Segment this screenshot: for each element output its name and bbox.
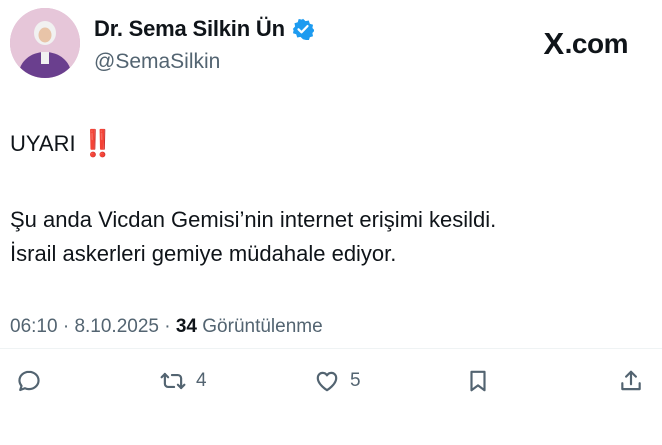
reply-icon <box>18 370 40 392</box>
x-logo-suffix: .com <box>564 28 629 59</box>
avatar[interactable] <box>10 8 80 78</box>
meta-separator: · <box>164 316 171 337</box>
author-display-name[interactable]: Dr. Sema Silkin Ün <box>94 16 285 42</box>
reply-button[interactable] <box>16 368 42 394</box>
view-count: 34 <box>175 316 197 337</box>
x-logo-icon: X <box>543 26 564 61</box>
tweet-text-line-2: İsrail askerleri gemiye müdahale ediyor. <box>10 241 397 266</box>
tweet-meta: 06:10 · 8.10.2025 · 34 Görüntülenme <box>10 316 323 338</box>
bookmark-button[interactable] <box>465 368 491 394</box>
x-logo: X .com <box>543 26 628 62</box>
share-icon <box>621 370 641 391</box>
like-button[interactable]: 5 <box>314 368 361 394</box>
bookmark-icon <box>470 370 486 392</box>
view-count-label: Görüntülenme <box>202 316 323 337</box>
divider <box>0 348 662 349</box>
author-name-row[interactable]: Dr. Sema Silkin Ün <box>94 16 315 42</box>
share-button[interactable] <box>618 368 644 394</box>
tweet-text: Şu anda Vicdan Gemisi’nin internet erişi… <box>10 203 650 271</box>
author-handle[interactable]: @SemaSilkin <box>94 50 220 74</box>
verified-badge-icon <box>292 18 315 41</box>
tweet-time[interactable]: 06:10 <box>10 316 58 337</box>
tweet-text-line-1: Şu anda Vicdan Gemisi’nin internet erişi… <box>10 207 497 232</box>
tweet-warning: UYARI ‼️ <box>10 128 114 159</box>
meta-separator: · <box>62 316 70 337</box>
warning-text: UYARI <box>10 130 76 156</box>
like-count: 5 <box>350 370 361 391</box>
heart-icon <box>316 371 338 392</box>
tweet-date[interactable]: 8.10.2025 <box>74 316 159 337</box>
retweet-button[interactable]: 4 <box>160 368 207 394</box>
double-exclamation-icon: ‼️ <box>81 128 114 158</box>
retweet-count: 4 <box>196 370 207 391</box>
avatar-photo-icon <box>10 8 80 78</box>
retweet-icon <box>160 372 186 390</box>
